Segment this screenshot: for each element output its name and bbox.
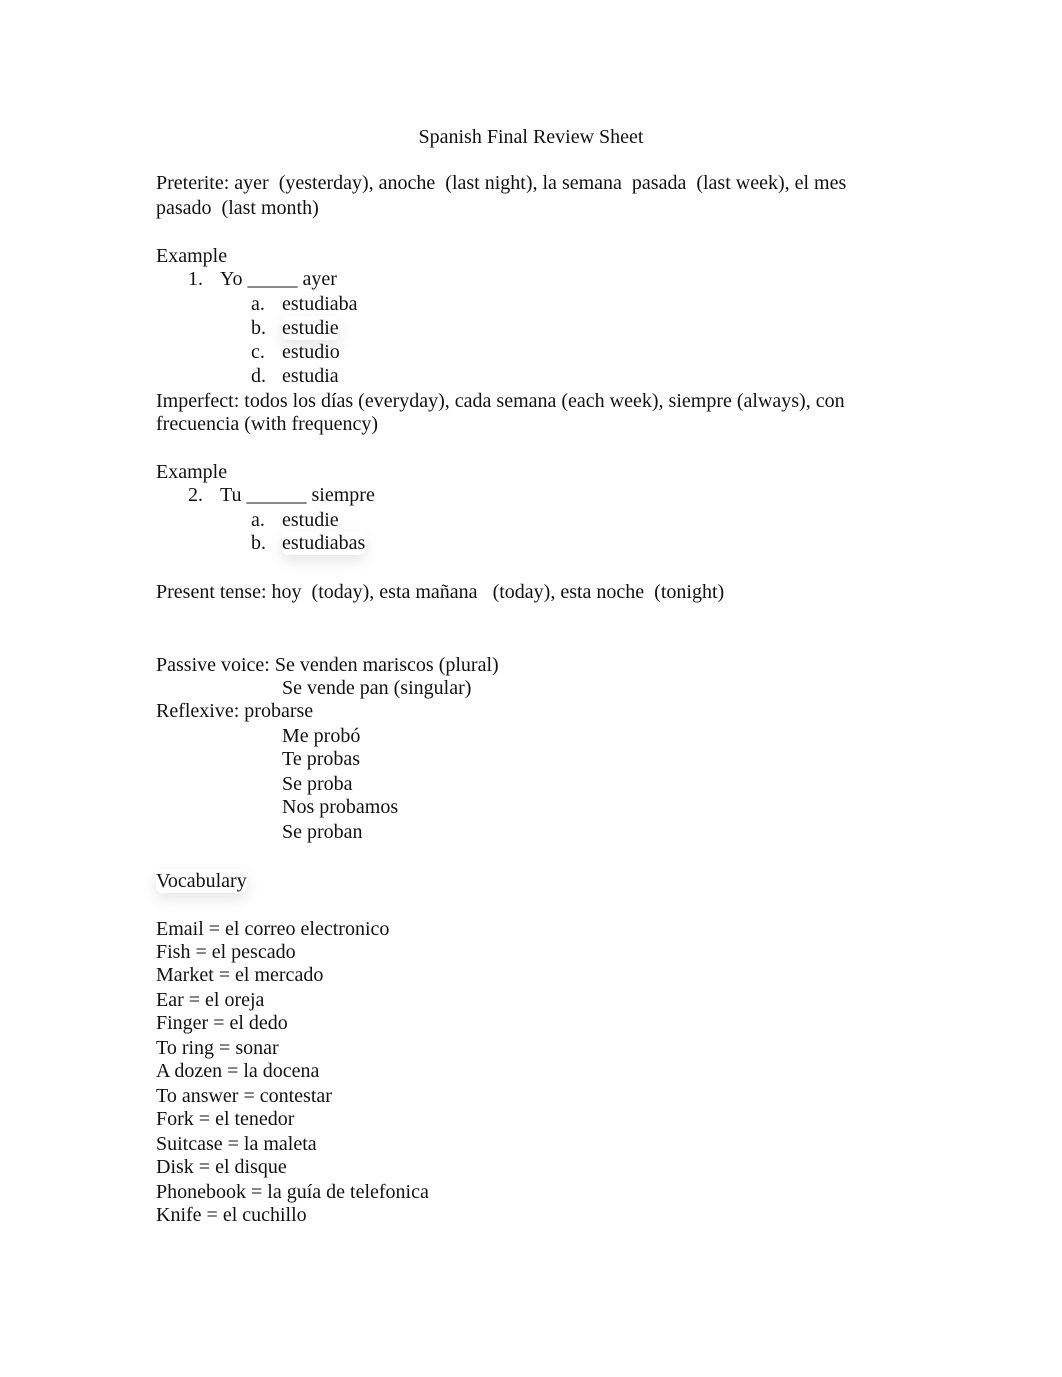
- vocabulary-item: Knife = el cuchillo: [156, 1204, 307, 1226]
- example-2-heading: Example: [156, 461, 228, 483]
- imperfect-line-1: Imperfect: todos los días (everyday), ca…: [156, 390, 845, 412]
- vocabulary-item: Market = el mercado: [156, 964, 324, 986]
- present-tense-line: Present tense: hoy (today), esta mañana …: [156, 581, 725, 603]
- vocabulary-item: Fork = el tenedor: [156, 1108, 295, 1130]
- reflexive-form: Me probó: [282, 725, 361, 747]
- option-text: estudio: [282, 341, 340, 363]
- question-1-prompt: Yo _____ ayer: [220, 268, 337, 290]
- vocabulary-item: Ear = el oreja: [156, 989, 265, 1011]
- vocabulary-item: Finger = el dedo: [156, 1012, 288, 1034]
- vocabulary-item: To ring = sonar: [156, 1037, 279, 1059]
- preterite-line-1: Preterite: ayer (yesterday), anoche (las…: [156, 172, 847, 194]
- passive-voice-line-2: Se vende pan (singular): [282, 677, 472, 699]
- vocabulary-item: To answer = contestar: [156, 1085, 332, 1107]
- reflexive-form: Nos probamos: [282, 796, 399, 818]
- reflexive-label: Reflexive: probarse: [156, 700, 314, 722]
- example-1-heading: Example: [156, 245, 228, 267]
- vocabulary-item: Email = el correo electronico: [156, 918, 390, 940]
- vocabulary-heading: Vocabulary: [156, 870, 247, 892]
- reflexive-form: Se proba: [282, 773, 353, 795]
- vocabulary-item: Suitcase = la maleta: [156, 1133, 317, 1155]
- option-text: estudia: [282, 365, 339, 387]
- vocabulary-item: Disk = el disque: [156, 1156, 287, 1178]
- preterite-line-2: pasado (last month): [156, 197, 319, 219]
- document-page: Spanish Final Review Sheet Preterite: ay…: [0, 0, 1062, 1377]
- option-text: estudie: [282, 509, 339, 531]
- option-text: estudiaba: [282, 293, 358, 315]
- vocabulary-item: Phonebook = la guía de telefonica: [156, 1181, 429, 1203]
- option-text: estudie: [282, 317, 339, 339]
- option-letter: c.: [251, 341, 265, 363]
- document-title: Spanish Final Review Sheet: [418, 126, 644, 148]
- question-2-prompt: Tu ______ siempre: [220, 484, 375, 506]
- vocabulary-item: Fish = el pescado: [156, 941, 296, 963]
- option-letter: b.: [251, 317, 266, 339]
- vocabulary-item: A dozen = la docena: [156, 1060, 320, 1082]
- imperfect-line-2: frecuencia (with frequency): [156, 413, 379, 435]
- question-1-number: 1.: [188, 268, 203, 290]
- reflexive-form: Se proban: [282, 821, 363, 843]
- reflexive-form: Te probas: [282, 748, 361, 770]
- option-letter: d.: [251, 365, 266, 387]
- question-2-number: 2.: [188, 484, 203, 506]
- option-letter: a.: [251, 293, 265, 315]
- option-text: estudiabas: [282, 532, 366, 554]
- option-letter: b.: [251, 532, 266, 554]
- option-letter: a.: [251, 509, 265, 531]
- passive-voice-line-1: Passive voice: Se venden mariscos (plura…: [156, 654, 499, 676]
